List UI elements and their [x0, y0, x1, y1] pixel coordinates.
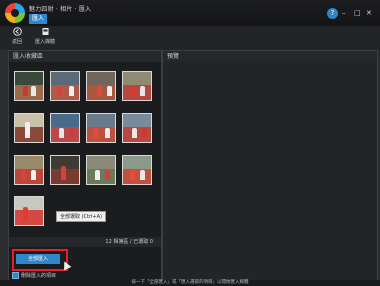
photo-thumbnail[interactable]	[122, 113, 152, 143]
preview-title: 預覽	[163, 51, 377, 62]
title-bar: 魅力四射 · 相片 · 匯入 匯入 ? – □ ✕	[0, 0, 380, 26]
tab-import[interactable]: 匯入	[29, 14, 47, 24]
photo-thumbnail[interactable]	[122, 155, 152, 185]
photo-thumbnail[interactable]	[50, 155, 80, 185]
select-all-highlight: 全部匯入	[12, 249, 72, 271]
toolbar: 返回 匯入媒體	[0, 26, 380, 50]
app-logo-icon[interactable]	[5, 3, 25, 23]
breadcrumb: 魅力四射 · 相片 · 匯入	[29, 6, 92, 13]
delete-after-import-option[interactable]: 刪除匯入的項目	[12, 272, 56, 280]
maximize-button[interactable]: □	[354, 7, 361, 19]
panel-title: 匯入收藏區	[9, 51, 161, 62]
import-media-icon	[41, 27, 50, 36]
checkbox-icon[interactable]	[12, 272, 19, 279]
photo-thumbnail[interactable]	[86, 155, 116, 185]
mouse-cursor-icon	[60, 259, 72, 271]
footer-hint-bar: 按一下「全部匯入」或「匯入選取的項目」以開始匯入媒體	[0, 280, 380, 286]
preview-panel: 預覽	[162, 50, 378, 282]
photo-thumbnail[interactable]	[14, 196, 44, 226]
photo-thumbnail[interactable]	[14, 155, 44, 185]
select-all-tooltip: 全部選取 (Ctrl+A)	[56, 211, 106, 222]
thumbnail-grid	[9, 65, 161, 235]
import-media-label: 匯入媒體	[34, 39, 55, 45]
selection-count: 12 相簿區 / 已選取 0	[105, 239, 153, 245]
back-button[interactable]: 返回	[4, 27, 30, 45]
photo-thumbnail[interactable]	[122, 71, 152, 101]
photo-thumbnail[interactable]	[86, 113, 116, 143]
app-window: 魅力四射 · 相片 · 匯入 匯入 ? – □ ✕ 返回 匯入媒體 匯入收藏區	[0, 0, 380, 286]
selection-status-bar: 12 相簿區 / 已選取 0	[9, 237, 161, 247]
import-all-button[interactable]: 全部匯入	[16, 254, 60, 264]
help-icon[interactable]: ?	[327, 8, 338, 19]
photo-thumbnail[interactable]	[14, 113, 44, 143]
back-arrow-icon	[12, 27, 22, 36]
photo-thumbnail[interactable]	[14, 71, 44, 101]
import-collection-panel: 匯入收藏區 12 相簿區 / 已選取 0 全部匯入 刪除匯入的項目	[8, 50, 162, 282]
photo-thumbnail[interactable]	[50, 71, 80, 101]
back-label: 返回	[11, 39, 22, 45]
minimize-button[interactable]: –	[342, 7, 346, 19]
footer-hint: 按一下「全部匯入」或「匯入選取的項目」以開始匯入媒體	[131, 280, 249, 285]
checkbox-label: 刪除匯入的項目	[21, 273, 57, 279]
photo-thumbnail[interactable]	[50, 113, 80, 143]
photo-thumbnail[interactable]	[86, 71, 116, 101]
close-button[interactable]: ✕	[366, 7, 372, 19]
import-media-button[interactable]: 匯入媒體	[32, 27, 58, 45]
